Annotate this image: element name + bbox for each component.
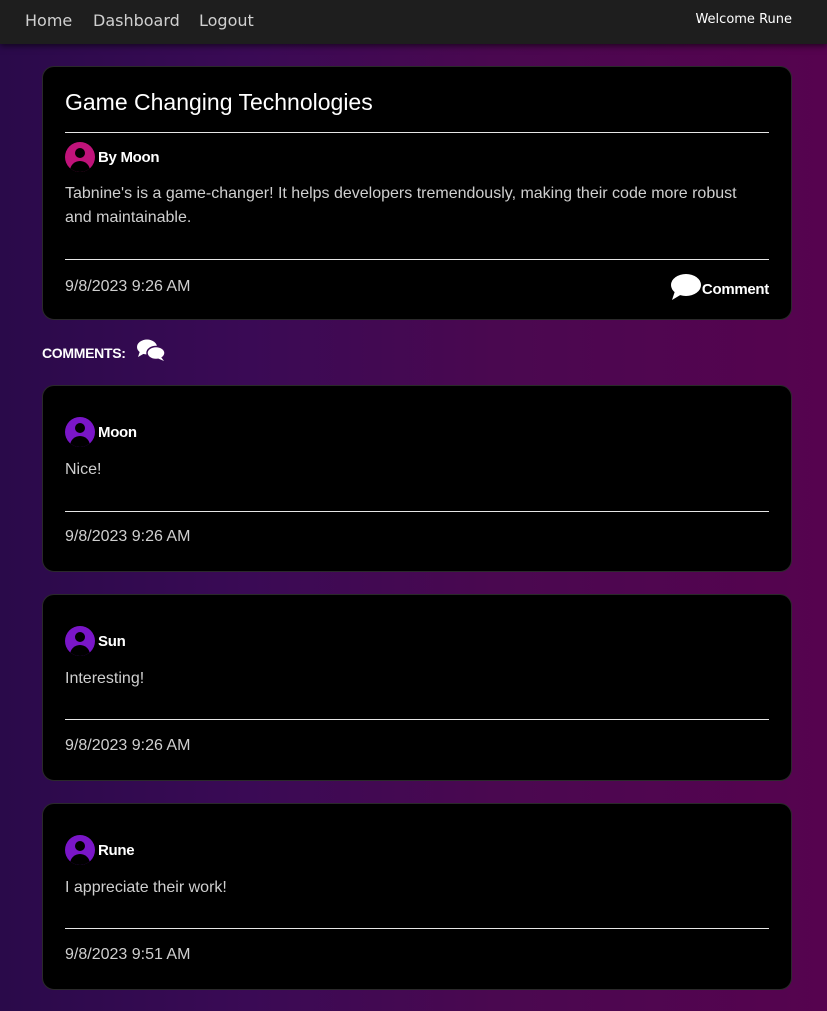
comment-timestamp: 9/8/2023 9:26 AM xyxy=(65,737,191,754)
user-avatar-icon xyxy=(65,835,95,865)
comment-text: Nice! xyxy=(65,461,102,478)
user-avatar-icon xyxy=(65,626,95,656)
comments-header: COMMENTS: xyxy=(42,338,166,367)
comment-timestamp: 9/8/2023 9:26 AM xyxy=(65,528,191,545)
user-avatar-icon xyxy=(65,417,95,447)
comment-author: Sun xyxy=(98,632,126,650)
comment-text: I appreciate their work! xyxy=(65,879,227,896)
comment-author-row: Moon xyxy=(65,417,137,447)
divider xyxy=(65,928,769,929)
user-avatar-icon xyxy=(65,142,95,172)
comment-author: Rune xyxy=(98,841,135,859)
divider xyxy=(65,259,769,260)
top-navbar: Home Dashboard Logout Welcome Rune xyxy=(0,0,827,44)
welcome-message: Welcome Rune xyxy=(695,12,792,27)
nav-home-link[interactable]: Home xyxy=(25,11,72,30)
comment-timestamp: 9/8/2023 9:51 AM xyxy=(65,946,191,963)
comment-text: Interesting! xyxy=(65,670,145,687)
comment-button-label: Comment xyxy=(701,281,769,298)
post-card: Game Changing Technologies By Moon Tabni… xyxy=(42,66,792,320)
nav-logout-link[interactable]: Logout xyxy=(199,11,254,30)
divider xyxy=(65,132,769,133)
post-author-row: By Moon xyxy=(65,142,160,172)
comment-author-row: Sun xyxy=(65,626,126,656)
divider xyxy=(65,511,769,512)
comment-author-row: Rune xyxy=(65,835,135,865)
nav-dashboard-link[interactable]: Dashboard xyxy=(93,11,180,30)
post-timestamp: 9/8/2023 9:26 AM xyxy=(65,278,191,295)
post-title: Game Changing Technologies xyxy=(65,89,373,115)
speech-bubble-icon xyxy=(670,273,702,306)
comments-label: COMMENTS: xyxy=(42,344,126,361)
comment-author: Moon xyxy=(98,423,137,441)
comment-card: Rune I appreciate their work! 9/8/2023 9… xyxy=(42,803,792,990)
post-body: Tabnine's is a game-changer! It helps de… xyxy=(65,185,737,226)
post-author: By Moon xyxy=(98,148,160,166)
comment-card: Moon Nice! 9/8/2023 9:26 AM xyxy=(42,385,792,572)
comment-button[interactable]: Comment xyxy=(670,273,769,306)
comment-card: Sun Interesting! 9/8/2023 9:26 AM xyxy=(42,594,792,781)
divider xyxy=(65,719,769,720)
comments-icon xyxy=(136,338,166,367)
